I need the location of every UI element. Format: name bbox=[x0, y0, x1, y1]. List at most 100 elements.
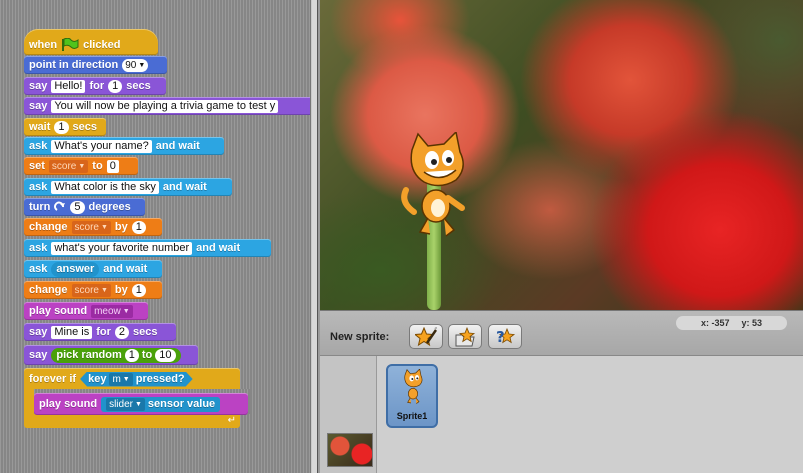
play-sound-block[interactable]: play sound meow ▼ bbox=[24, 302, 148, 320]
ask-and-wait-block[interactable]: ask answer and wait bbox=[24, 260, 162, 278]
green-flag-icon bbox=[62, 38, 79, 51]
stage[interactable] bbox=[320, 0, 803, 310]
random-from-input[interactable]: 1 bbox=[124, 348, 139, 362]
choose-sprite-file-button[interactable] bbox=[448, 324, 482, 349]
sensor-value-reporter[interactable]: slider ▼ sensor value bbox=[101, 396, 221, 412]
set-variable-block[interactable]: set score ▼ to 0 bbox=[24, 157, 138, 175]
sprite1-name: Sprite1 bbox=[396, 411, 428, 421]
choose-sprite-file-icon bbox=[455, 326, 476, 346]
say-block[interactable]: say You will now be playing a trivia gam… bbox=[24, 97, 311, 115]
secs-label: secs bbox=[126, 80, 151, 92]
key-pressed-condition[interactable]: key m ▼ pressed? bbox=[80, 372, 193, 387]
secs-label: secs bbox=[72, 121, 98, 133]
wait-input[interactable]: 1 bbox=[54, 120, 69, 134]
stage-thumbnail-column bbox=[320, 356, 377, 473]
svg-text:?: ? bbox=[496, 328, 505, 346]
block-label: forever if bbox=[29, 373, 77, 385]
block-label: point in direction bbox=[29, 59, 119, 71]
block-label: play sound bbox=[29, 305, 88, 317]
hat-when-label: when bbox=[29, 39, 58, 51]
cat-sprite[interactable] bbox=[400, 132, 472, 240]
variable-dropdown[interactable]: score ▼ bbox=[48, 159, 89, 173]
scripts-scrollbar[interactable] bbox=[310, 0, 317, 473]
block-label: say bbox=[29, 326, 48, 338]
chevron-down-icon: ▼ bbox=[138, 61, 146, 69]
degrees-input[interactable]: 5 bbox=[70, 200, 85, 214]
and-wait-label: and wait bbox=[196, 242, 241, 254]
set-value-input[interactable]: 0 bbox=[106, 159, 119, 173]
block-label: say bbox=[29, 100, 48, 112]
variable-dropdown[interactable]: score ▼ bbox=[71, 220, 111, 234]
sensor-dropdown[interactable]: slider ▼ bbox=[106, 397, 145, 411]
ask-and-wait-block[interactable]: ask What color is the sky and wait bbox=[24, 178, 232, 196]
block-label: say bbox=[29, 80, 48, 92]
variable-dropdown[interactable]: score ▼ bbox=[71, 283, 111, 297]
forever-if-header: forever if key m ▼ pressed? bbox=[24, 370, 240, 388]
turn-degrees-block[interactable]: turn 5 degrees bbox=[24, 198, 145, 216]
block-label: turn bbox=[29, 201, 51, 213]
answer-reporter[interactable]: answer bbox=[51, 261, 100, 277]
chevron-down-icon: ▼ bbox=[78, 162, 86, 170]
secs-input[interactable]: 1 bbox=[108, 79, 123, 93]
change-variable-block[interactable]: change score ▼ by 1 bbox=[24, 281, 162, 299]
sprite-tile-sprite1[interactable]: Sprite1 bbox=[386, 364, 438, 428]
sprite1-thumbnail bbox=[404, 369, 423, 404]
pick-random-reporter[interactable]: pick random 1 to 10 bbox=[51, 347, 181, 363]
point-in-direction-block[interactable]: point in direction 90 ▼ bbox=[24, 56, 167, 74]
sound-dropdown[interactable]: meow ▼ bbox=[91, 304, 133, 318]
x-value: -357 bbox=[711, 318, 730, 328]
block-label: ask bbox=[29, 181, 48, 193]
secs-input[interactable]: 2 bbox=[114, 325, 129, 339]
block-label: ask bbox=[29, 140, 48, 152]
ask-and-wait-block[interactable]: ask What's your name? and wait bbox=[24, 137, 224, 155]
ask-text-input[interactable]: What's your name? bbox=[51, 139, 152, 153]
to-label: to bbox=[92, 160, 103, 172]
when-flag-clicked-block[interactable]: when clicked bbox=[24, 29, 158, 55]
block-label: wait bbox=[29, 121, 51, 133]
and-wait-label: and wait bbox=[155, 140, 200, 152]
turn-right-icon bbox=[54, 201, 66, 211]
stage-thumbnail[interactable] bbox=[327, 433, 373, 467]
chevron-down-icon: ▼ bbox=[122, 307, 130, 315]
say-text-input[interactable]: Hello! bbox=[51, 79, 86, 93]
and-wait-label: and wait bbox=[103, 263, 148, 275]
for-label: for bbox=[96, 326, 111, 338]
scrollbar-thumb[interactable] bbox=[312, 0, 317, 473]
paint-new-sprite-icon bbox=[415, 326, 437, 346]
random-to-input[interactable]: 10 bbox=[155, 348, 176, 362]
paint-new-sprite-button[interactable] bbox=[409, 324, 443, 349]
ask-and-wait-block[interactable]: ask what's your favorite number and wait bbox=[24, 239, 271, 257]
y-label: y: bbox=[741, 318, 750, 328]
change-value-input[interactable]: 1 bbox=[131, 220, 146, 234]
say-block[interactable]: say pick random 1 to 10 bbox=[24, 345, 198, 365]
ask-text-input[interactable]: What color is the sky bbox=[51, 180, 159, 194]
and-wait-label: and wait bbox=[162, 181, 207, 193]
change-value-input[interactable]: 1 bbox=[131, 283, 146, 297]
block-label: set bbox=[29, 160, 45, 172]
chevron-down-icon: ▼ bbox=[134, 400, 142, 408]
direction-dropdown[interactable]: 90 ▼ bbox=[122, 58, 149, 72]
ask-text-input[interactable]: what's your favorite number bbox=[51, 241, 193, 255]
scripts-area[interactable]: when clicked point in direction 90 ▼ say … bbox=[0, 0, 318, 473]
wait-secs-block[interactable]: wait 1 secs bbox=[24, 118, 106, 136]
key-dropdown[interactable]: m ▼ bbox=[109, 373, 132, 386]
say-for-secs-block[interactable]: say Mine is for 2 secs bbox=[24, 323, 176, 341]
chevron-down-icon: ▼ bbox=[100, 223, 108, 231]
hat-clicked-label: clicked bbox=[83, 39, 121, 51]
surprise-sprite-icon: ? bbox=[496, 327, 516, 346]
by-label: by bbox=[114, 284, 128, 296]
sprite-list: Sprite1 bbox=[320, 355, 803, 473]
change-variable-block[interactable]: change score ▼ by 1 bbox=[24, 218, 162, 236]
say-for-secs-block[interactable]: say Hello! for 1 secs bbox=[24, 77, 166, 95]
chevron-down-icon: ▼ bbox=[122, 375, 130, 383]
block-label: change bbox=[29, 284, 68, 296]
say-text-input[interactable]: You will now be playing a trivia game to… bbox=[51, 99, 279, 113]
block-label: change bbox=[29, 221, 68, 233]
play-sound-block[interactable]: play sound slider ▼ sensor value bbox=[34, 393, 248, 415]
surprise-sprite-button[interactable]: ? bbox=[488, 324, 522, 349]
secs-label: secs bbox=[133, 326, 158, 338]
for-label: for bbox=[89, 80, 105, 92]
say-text-input[interactable]: Mine is bbox=[51, 325, 93, 339]
block-label: say bbox=[29, 349, 48, 361]
y-value: 53 bbox=[752, 318, 763, 328]
